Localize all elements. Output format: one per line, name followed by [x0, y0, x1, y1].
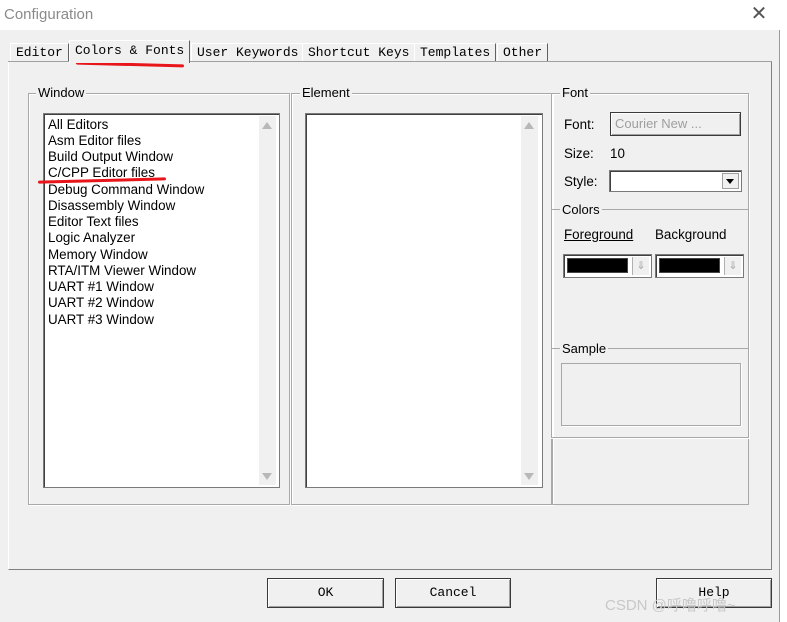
- ok-button[interactable]: OK: [267, 578, 384, 608]
- chevron-down-icon[interactable]: [722, 173, 739, 189]
- window-group-label: Window: [36, 85, 87, 100]
- tab-editor[interactable]: Editor: [10, 43, 69, 62]
- font-chooser-button[interactable]: Courier New ...: [610, 112, 741, 136]
- foreground-color-picker[interactable]: ⇓: [563, 254, 652, 278]
- arrow-down-icon[interactable]: ⇓: [724, 257, 741, 275]
- font-label: Font:: [564, 117, 595, 132]
- style-label: Style:: [564, 174, 598, 189]
- font-group-lower-area: [551, 439, 749, 505]
- sample-preview: [561, 363, 741, 426]
- element-group-label: Element: [300, 85, 352, 100]
- tab-shortcut-keys[interactable]: Shortcut Keys: [302, 43, 416, 62]
- tab-colors-fonts[interactable]: Colors & Fonts: [69, 40, 191, 63]
- style-select[interactable]: [609, 170, 742, 192]
- foreground-swatch: [567, 258, 628, 273]
- element-list-scrollbar[interactable]: [521, 116, 538, 485]
- list-item[interactable]: Memory Window: [48, 247, 148, 263]
- list-item[interactable]: Editor Text files: [48, 214, 139, 230]
- list-item[interactable]: RTA/ITM Viewer Window: [48, 263, 196, 279]
- size-value: 10: [610, 146, 625, 161]
- title-bar: Configuration ✕: [0, 0, 787, 30]
- list-item[interactable]: Disassembly Window: [48, 198, 175, 214]
- scroll-down-icon[interactable]: [524, 473, 534, 480]
- scroll-down-icon[interactable]: [262, 473, 272, 480]
- font-group-label: Font: [560, 85, 591, 100]
- list-item[interactable]: UART #1 Window: [48, 279, 154, 295]
- list-item[interactable]: Build Output Window: [48, 149, 173, 165]
- sample-group-label: Sample: [560, 341, 609, 356]
- arrow-down-icon[interactable]: ⇓: [632, 257, 649, 275]
- tab-user-keywords[interactable]: User Keywords: [191, 43, 305, 62]
- window-list-scrollbar[interactable]: [259, 116, 276, 485]
- background-label: Background: [655, 227, 727, 242]
- scroll-up-icon[interactable]: [262, 122, 272, 129]
- colors-group-label: Colors: [560, 202, 602, 217]
- element-listbox[interactable]: [305, 113, 543, 488]
- tab-templates[interactable]: Templates: [414, 43, 497, 62]
- background-swatch: [659, 258, 720, 273]
- foreground-label: Foreground: [564, 227, 634, 242]
- cancel-button[interactable]: Cancel: [395, 578, 511, 608]
- size-label: Size:: [564, 146, 594, 161]
- window-listbox[interactable]: All Editors Asm Editor files Build Outpu…: [43, 113, 280, 488]
- background-color-picker[interactable]: ⇓: [655, 254, 744, 278]
- list-item[interactable]: Logic Analyzer: [48, 230, 135, 246]
- watermark: CSDN @呼噜呼噜~: [605, 597, 736, 614]
- scroll-up-icon[interactable]: [524, 122, 534, 129]
- list-item[interactable]: Debug Command Window: [48, 182, 204, 198]
- tab-other[interactable]: Other: [497, 43, 549, 62]
- window-title: Configuration: [4, 6, 94, 23]
- close-icon[interactable]: ✕: [750, 3, 768, 25]
- list-item[interactable]: All Editors: [48, 117, 108, 133]
- list-item[interactable]: Asm Editor files: [48, 133, 141, 149]
- list-item[interactable]: UART #2 Window: [48, 295, 154, 311]
- list-item[interactable]: UART #3 Window: [48, 312, 154, 328]
